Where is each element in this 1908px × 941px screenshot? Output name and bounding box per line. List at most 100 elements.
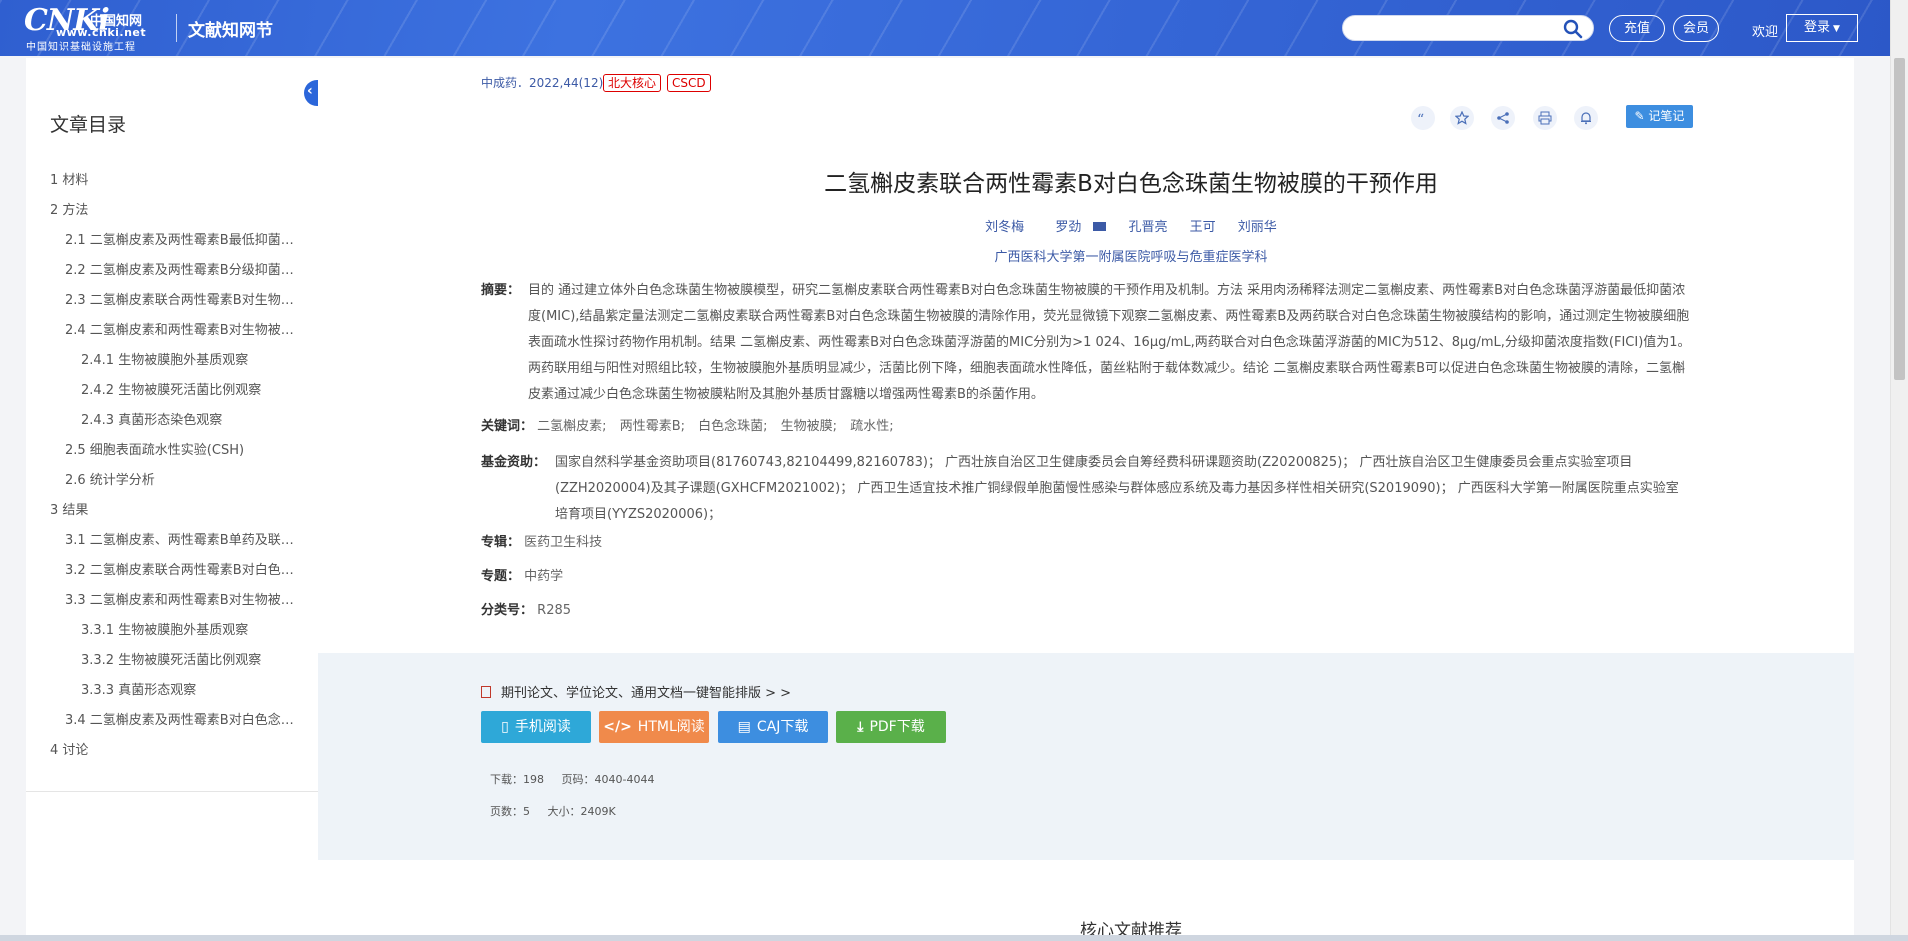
cite-icon[interactable]: “	[1411, 106, 1435, 130]
tag-pku-core: 北大核心	[603, 74, 662, 92]
print-icon[interactable]	[1533, 106, 1557, 130]
author-link[interactable]: 刘冬梅	[985, 220, 1024, 235]
book-icon: ▤	[737, 719, 751, 735]
download-stats: 下载：198 页码：4040-4044	[490, 771, 668, 787]
author-link[interactable]: 刘丽华	[1238, 220, 1277, 235]
article-title: 二氢槲皮素联合两性霉素B对白色念珠菌生物被膜的干预作用	[824, 171, 1438, 197]
toc-item[interactable]: 3.3.3 真菌形态观察	[26, 676, 318, 706]
member-button[interactable]: 会员	[1673, 15, 1719, 42]
toc-item[interactable]: 2.3 二氢槲皮素联合两性霉素B对生物被膜的清除作用	[26, 286, 318, 316]
document-icon	[481, 686, 491, 698]
toc-list: 1 材料 2 方法 2.1 二氢槲皮素及两性霉素B最低抑菌浓度测定 2.2 二氢槲皮素…	[26, 166, 318, 766]
author-link[interactable]: 王可	[1190, 220, 1216, 235]
toc-item[interactable]: 3.3 二氢槲皮素和两性霉素B对生物被膜结构的影响	[26, 586, 318, 616]
toc-title: 文章目录	[50, 114, 127, 136]
toc-item[interactable]: 2.4 二氢槲皮素和两性霉素B对生物被膜结构的影响	[26, 316, 318, 346]
code-icon: </>	[603, 719, 632, 735]
recharge-button[interactable]: 充值	[1609, 15, 1665, 42]
bell-icon[interactable]	[1574, 106, 1598, 130]
toc-item[interactable]: 2.2 二氢槲皮素及两性霉素B分级抑菌浓度测定	[26, 256, 318, 286]
pencil-icon: ✎	[1634, 109, 1649, 123]
file-size: 大小：2409K	[547, 805, 616, 818]
article-toc-sidebar: 文章目录 1 材料 2 方法 2.1 二氢槲皮素及两性霉素B最低抑菌浓度测定 2.2 …	[26, 58, 318, 941]
column-label: 专辑：	[481, 535, 521, 550]
share-icon[interactable]	[1491, 106, 1515, 130]
welcome-text: 欢迎	[1752, 25, 1779, 40]
abstract-text: 目的 通过建立体外白色念珠菌生物被膜模型，研究二氢槲皮素联合两性霉素B对白色念珠…	[528, 283, 1691, 402]
phone-icon: ▯	[501, 719, 509, 735]
file-stats: 页数：5 大小：2409K	[490, 803, 630, 819]
tag-cscd: CSCD	[667, 74, 711, 92]
pdf-download-label: PDF下载	[869, 719, 925, 735]
top-header: CNKi 中国知网 www.cnki.net 中国知识基础设施工程 文献知网节 …	[0, 0, 1908, 56]
journal-source-link[interactable]: 中成药．2022,44(12)	[481, 74, 603, 91]
topic-value: 中药学	[524, 569, 564, 584]
pdf-icon: ⤓	[857, 719, 864, 735]
os-taskbar	[0, 935, 1908, 941]
keyword-link[interactable]: 二氢槲皮素;	[537, 419, 606, 434]
html-read-label: HTML阅读	[637, 719, 705, 735]
pdf-download-button[interactable]: ⤓ PDF下载	[836, 711, 946, 743]
toc-item[interactable]: 3.2 二氢槲皮素联合两性霉素B对白色念珠菌生物被膜的清除作用	[26, 556, 318, 586]
toc-item[interactable]: 3.3.1 生物被膜胞外基质观察	[26, 616, 318, 646]
toc-item[interactable]: 1 材料	[26, 166, 318, 196]
toc-item[interactable]: 2.4.1 生物被膜胞外基质观察	[26, 346, 318, 376]
html-read-button[interactable]: </> HTML阅读	[599, 711, 709, 743]
search-box	[1342, 15, 1594, 41]
toc-item[interactable]: 3 结果	[26, 496, 318, 526]
toc-item[interactable]: 4 讨论	[26, 736, 318, 766]
mobile-read-label: 手机阅读	[514, 719, 571, 735]
keyword-link[interactable]: 两性霉素B;	[620, 419, 685, 434]
smart-layout-label: 期刊论文、学位论文、通用文档一键智能排版 > >	[501, 686, 792, 701]
keywords-label: 关键词：	[481, 419, 534, 434]
svg-text:“: “	[1417, 112, 1424, 125]
toc-item[interactable]: 2 方法	[26, 196, 318, 226]
take-note-button[interactable]: ✎ 记笔记	[1626, 105, 1693, 128]
keyword-link[interactable]: 生物被膜;	[781, 419, 837, 434]
author-list: 刘冬梅 罗劲 孔晋亮 王可 刘丽华	[318, 216, 1854, 235]
author-link[interactable]: 罗劲	[1046, 220, 1107, 235]
toc-item[interactable]: 2.1 二氢槲皮素及两性霉素B最低抑菌浓度测定	[26, 226, 318, 256]
cnki-logo[interactable]: CNKi 中国知网 www.cnki.net 中国知识基础设施工程	[24, 6, 174, 54]
classification-label: 分类号：	[481, 603, 534, 618]
abstract-section: 摘要： 目的 通过建立体外白色念珠菌生物被膜模型，研究二氢槲皮素联合两性霉素B对…	[481, 278, 1691, 408]
toc-item[interactable]: 3.1 二氢槲皮素、两性霉素B单药及联合用药的MIC	[26, 526, 318, 556]
caj-download-button[interactable]: ▤ CAJ下载	[718, 711, 828, 743]
author-link[interactable]: 孔晋亮	[1128, 220, 1167, 235]
mail-icon	[1093, 222, 1107, 231]
mobile-read-button[interactable]: ▯ 手机阅读	[481, 711, 591, 743]
chevron-left-icon: ‹	[307, 83, 313, 99]
affiliation-link[interactable]: 广西医科大学第一附属医院呼吸与危重症医学科	[318, 246, 1854, 265]
fund-text[interactable]: 国家自然科学基金资助项目(81760743,82104499,82160783)…	[555, 450, 1691, 528]
classification-section: 分类号： R285	[481, 598, 571, 624]
article-main: 中成药．2022,44(12) 北大核心 CSCD “ ✎ 记笔记 二氢槲皮素联…	[318, 58, 1854, 941]
topic-label: 专题：	[481, 569, 521, 584]
site-name: 文献知网节	[188, 21, 273, 41]
toc-item[interactable]: 2.5 细胞表面疏水性实验(CSH)	[26, 436, 318, 466]
toc-item[interactable]: 2.6 统计学分析	[26, 466, 318, 496]
keyword-link[interactable]: 白色念珠菌;	[698, 419, 767, 434]
note-label: 记笔记	[1648, 109, 1685, 123]
toc-item[interactable]: 2.4.2 生物被膜死活菌比例观察	[26, 376, 318, 406]
toc-item[interactable]: 3.3.2 生物被膜死活菌比例观察	[26, 646, 318, 676]
search-icon[interactable]	[1563, 19, 1583, 39]
chevron-down-icon: ▼	[1833, 24, 1840, 34]
star-icon[interactable]	[1450, 106, 1474, 130]
scrollbar-thumb[interactable]	[1894, 58, 1905, 380]
keywords-section: 关键词： 二氢槲皮素; 两性霉素B; 白色念珠菌; 生物被膜; 疏水性;	[481, 414, 903, 440]
search-input[interactable]	[1353, 19, 1553, 37]
toc-item[interactable]: 2.4.3 真菌形态染色观察	[26, 406, 318, 436]
caj-download-label: CAJ下载	[756, 719, 809, 735]
smart-layout-link[interactable]: 期刊论文、学位论文、通用文档一键智能排版 > >	[481, 682, 791, 701]
page-scrollbar[interactable]	[1890, 0, 1908, 941]
column-section: 专辑： 医药卫生科技	[481, 530, 602, 556]
download-panel: 期刊论文、学位论文、通用文档一键智能排版 > > ▯ 手机阅读 </> HTML阅读…	[318, 653, 1854, 860]
author-name: 罗劲	[1055, 220, 1082, 235]
toc-item[interactable]: 3.4 二氢槲皮素及两性霉素B对白色念珠菌细胞表面疏水性的影响	[26, 706, 318, 736]
login-button[interactable]: 登录 ▼	[1786, 14, 1858, 42]
logo-sub-text: 中国知识基础设施工程	[26, 42, 136, 53]
column-value: 医药卫生科技	[524, 535, 603, 550]
login-label: 登录	[1804, 20, 1831, 35]
keyword-link[interactable]: 疏水性;	[850, 419, 893, 434]
topic-section: 专题： 中药学	[481, 564, 563, 590]
